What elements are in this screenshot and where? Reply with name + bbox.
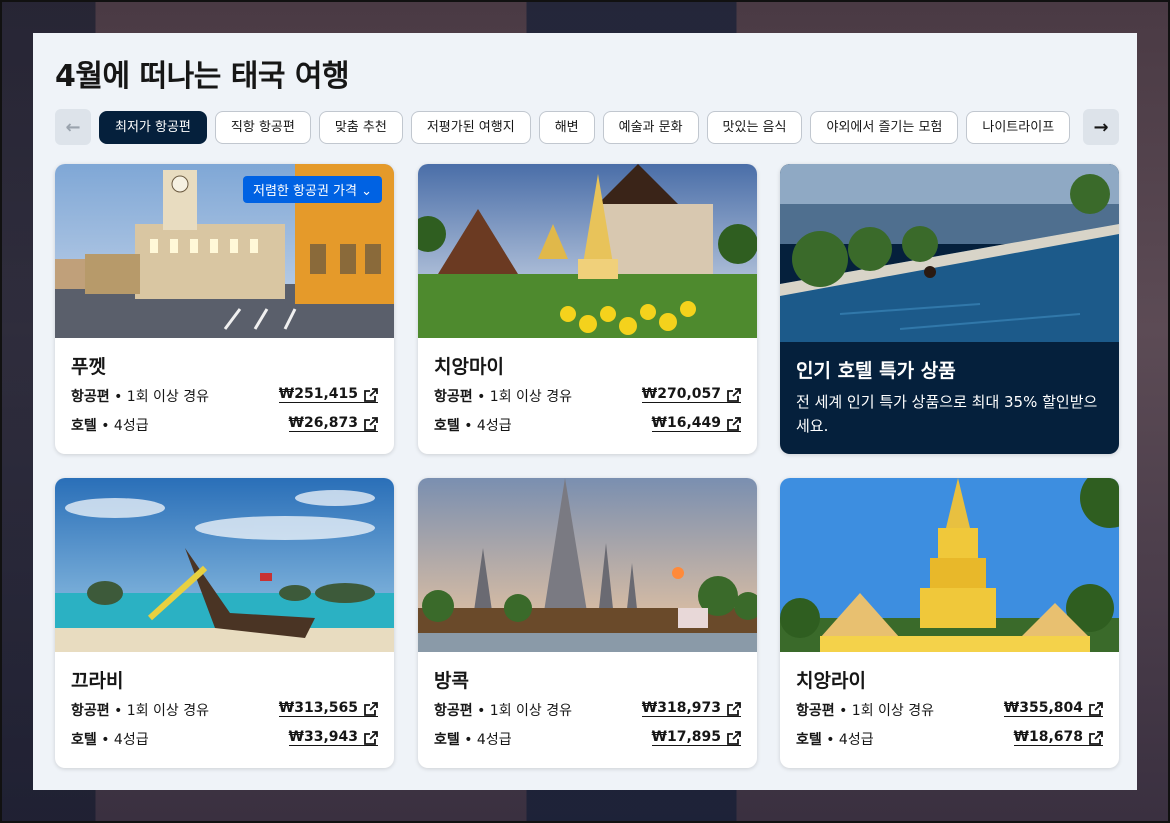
external-link-icon: [364, 731, 378, 745]
hotel-price-link[interactable]: ₩26,873: [288, 415, 378, 432]
hotel-price-link[interactable]: ₩17,895: [651, 729, 741, 746]
destination-name: 방콕: [434, 670, 469, 692]
hotel-label: 호텔 • 4성급: [796, 732, 874, 748]
promo-title: 인기 호텔 특가 상품: [796, 360, 956, 382]
external-link-icon: [727, 388, 741, 402]
chip-underrated[interactable]: 저평가된 여행지: [410, 111, 531, 144]
destination-name: 치앙라이: [796, 670, 866, 692]
flight-label: 항공편 • 1회 이상 경유: [71, 703, 210, 719]
hotel-label: 호텔 • 4성급: [71, 732, 149, 748]
destination-card-phuket[interactable]: 저렴한 항공권 가격 ⌄ 푸껫 항공편 • 1회 이상 경유 ₩251,415 …: [55, 164, 394, 454]
destination-name: 치앙마이: [434, 356, 504, 378]
flight-price-link[interactable]: ₩355,804: [1003, 700, 1103, 717]
destination-card-krabi[interactable]: 끄라비 항공편 • 1회 이상 경유 ₩313,565 호텔 • 4성급 ₩33…: [55, 478, 394, 768]
promo-image: [780, 164, 1119, 342]
hotel-deals-promo-card[interactable]: 인기 호텔 특가 상품 전 세계 인기 특가 상품으로 최대 35% 할인받으세…: [780, 164, 1119, 454]
flight-row: 항공편 • 1회 이상 경유 ₩318,973: [434, 700, 741, 722]
chip-cheapest-flights[interactable]: 최저가 항공편: [99, 111, 207, 144]
flight-label: 항공편 • 1회 이상 경유: [71, 389, 210, 405]
destination-image: [55, 478, 394, 652]
promo-description: 전 세계 인기 특가 상품으로 최대 35% 할인받으세요.: [796, 393, 1098, 435]
destination-image: [418, 478, 757, 652]
flight-row: 항공편 • 1회 이상 경유 ₩313,565: [71, 700, 378, 722]
flight-price-link[interactable]: ₩251,415: [278, 386, 378, 403]
scroll-right-button[interactable]: →: [1083, 109, 1119, 145]
chip-track: 최저가 항공편 직항 항공편 맞춤 추천 저평가된 여행지 해변 예술과 문화 …: [99, 111, 1075, 144]
hotel-row: 호텔 • 4성급 ₩16,449: [434, 415, 741, 437]
external-link-icon: [364, 417, 378, 431]
destination-card-chiang-rai[interactable]: 치앙라이 항공편 • 1회 이상 경유 ₩355,804 호텔 • 4성급 ₩1…: [780, 478, 1119, 768]
destination-card-chiang-mai[interactable]: 치앙마이 항공편 • 1회 이상 경유 ₩270,057 호텔 • 4성급 ₩1…: [418, 164, 757, 454]
hotel-label: 호텔 • 4성급: [434, 732, 512, 748]
hotel-price-link[interactable]: ₩18,678: [1013, 729, 1103, 746]
category-chip-bar: ← 최저가 항공편 직항 항공편 맞춤 추천 저평가된 여행지 해변 예술과 문…: [55, 109, 1119, 146]
chip-beach[interactable]: 해변: [538, 111, 595, 144]
external-link-icon: [1089, 731, 1103, 745]
hotel-row: 호텔 • 4성급 ₩33,943: [71, 729, 378, 751]
hotel-price-link[interactable]: ₩33,943: [288, 729, 378, 746]
price-sort-dropdown[interactable]: 저렴한 항공권 가격 ⌄: [243, 176, 382, 203]
chip-recommended[interactable]: 맞춤 추천: [318, 111, 403, 144]
destination-image: [780, 478, 1119, 652]
external-link-icon: [727, 417, 741, 431]
destination-name: 푸껫: [71, 356, 106, 378]
destination-image: [418, 164, 757, 338]
flight-row: 항공편 • 1회 이상 경유 ₩251,415: [71, 386, 378, 408]
hotel-row: 호텔 • 4성급 ₩26,873: [71, 415, 378, 437]
external-link-icon: [364, 702, 378, 716]
flight-price-link[interactable]: ₩270,057: [641, 386, 741, 403]
destination-name: 끄라비: [71, 670, 124, 692]
destinations-panel: 4월에 떠나는 태국 여행 ← 최저가 항공편 직항 항공편 맞춤 추천 저평가…: [33, 33, 1137, 790]
flight-row: 항공편 • 1회 이상 경유 ₩355,804: [796, 700, 1103, 722]
external-link-icon: [727, 702, 741, 716]
flight-label: 항공편 • 1회 이상 경유: [434, 389, 573, 405]
external-link-icon: [364, 388, 378, 402]
hotel-row: 호텔 • 4성급 ₩17,895: [434, 729, 741, 751]
hotel-price-link[interactable]: ₩16,449: [651, 415, 741, 432]
destination-card-bangkok[interactable]: 방콕 항공편 • 1회 이상 경유 ₩318,973 호텔 • 4성급 ₩17,…: [418, 478, 757, 768]
hotel-label: 호텔 • 4성급: [71, 418, 149, 434]
hotel-row: 호텔 • 4성급 ₩18,678: [796, 729, 1103, 751]
arrow-right-icon: →: [1093, 116, 1109, 138]
flight-label: 항공편 • 1회 이상 경유: [434, 703, 573, 719]
chip-nightlife[interactable]: 나이트라이프: [966, 111, 1071, 144]
chip-art-culture[interactable]: 예술과 문화: [602, 111, 699, 144]
chip-food[interactable]: 맛있는 음식: [706, 111, 803, 144]
flight-price-link[interactable]: ₩313,565: [278, 700, 378, 717]
flight-price-link[interactable]: ₩318,973: [641, 700, 741, 717]
page-title: 4월에 떠나는 태국 여행: [55, 59, 350, 94]
arrow-left-icon: ←: [65, 116, 81, 138]
chip-direct-flights[interactable]: 직항 항공편: [214, 111, 311, 144]
external-link-icon: [727, 731, 741, 745]
flight-row: 항공편 • 1회 이상 경유 ₩270,057: [434, 386, 741, 408]
chip-outdoor[interactable]: 야외에서 즐기는 모험: [810, 111, 959, 144]
scroll-left-button[interactable]: ←: [55, 109, 91, 145]
hotel-label: 호텔 • 4성급: [434, 418, 512, 434]
external-link-icon: [1089, 702, 1103, 716]
flight-label: 항공편 • 1회 이상 경유: [796, 703, 935, 719]
